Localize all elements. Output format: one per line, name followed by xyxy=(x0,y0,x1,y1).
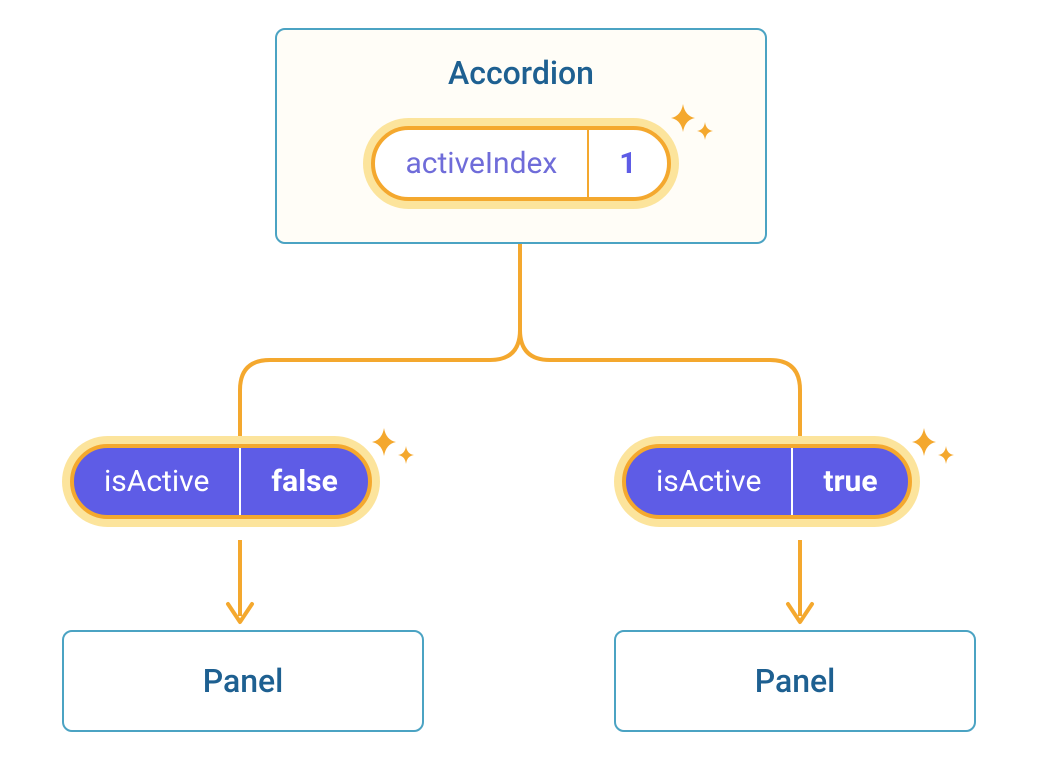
prop-value-left: false xyxy=(239,448,367,515)
state-pill: activeIndex 1 xyxy=(371,126,670,201)
panel-box-right: Panel xyxy=(614,630,976,732)
prop-pill-wrapper-left: isActive false xyxy=(62,436,380,527)
panel-label-right: Panel xyxy=(755,662,836,700)
state-pill-outer: activeIndex 1 xyxy=(363,118,678,209)
prop-label-left: isActive xyxy=(74,448,239,515)
panel-label-left: Panel xyxy=(203,662,284,700)
state-value: 1 xyxy=(587,130,666,197)
panel-box-left: Panel xyxy=(62,630,424,732)
prop-pill-wrapper-right: isActive true xyxy=(614,436,920,527)
accordion-title: Accordion xyxy=(448,54,594,92)
accordion-component-box: Accordion activeIndex 1 xyxy=(275,28,767,244)
state-label: activeIndex xyxy=(375,130,587,197)
prop-value-right: true xyxy=(791,448,907,515)
prop-pill-outer-left: isActive false xyxy=(62,436,380,527)
prop-pill-outer-right: isActive true xyxy=(614,436,920,527)
prop-pill-right: isActive true xyxy=(622,444,912,519)
prop-pill-left: isActive false xyxy=(70,444,372,519)
prop-label-right: isActive xyxy=(626,448,791,515)
state-pill-wrapper: activeIndex 1 xyxy=(363,118,678,209)
